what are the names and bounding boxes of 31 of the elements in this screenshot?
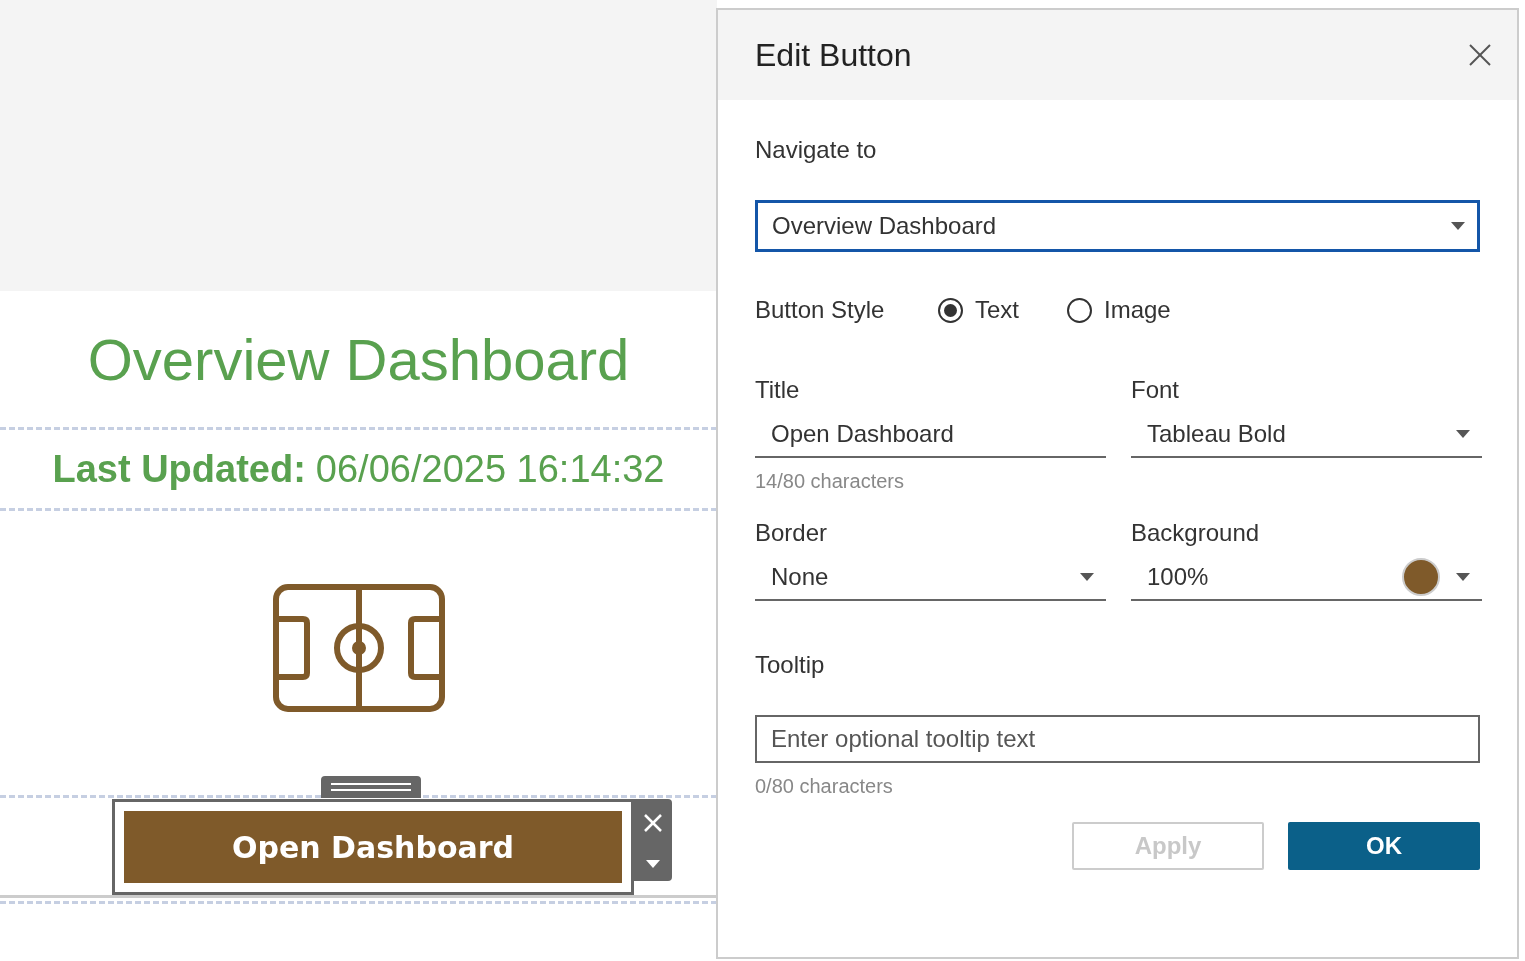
border-dropdown[interactable]: None [755,555,1106,601]
font-dropdown[interactable]: Tableau Bold [1131,412,1482,458]
soccer-field-icon [272,584,445,712]
caret-icon [1080,573,1094,581]
tooltip-label: Tooltip [755,651,826,679]
tooltip-field[interactable]: Enter optional tooltip text [755,715,1480,763]
style-radio[interactable]: Text [938,296,1019,324]
button-style-label: Button Style [755,296,886,324]
navigate-dropdown[interactable]: Overview Dashboard [755,200,1480,252]
navigate-label: Navigate to [755,136,878,164]
border-label: Border [755,519,829,547]
font-label: Font [1131,376,1181,404]
close-icon[interactable] [1469,44,1491,66]
title-label: Title [755,376,801,404]
dialog-title: Edit Button [755,36,912,74]
last-updated-value: 06/06/2025 16:14:32 [315,447,665,491]
character-count: 0/80 characters [755,775,893,798]
open-dashboard-button[interactable]: Open Dashboard [124,811,622,883]
last-updated-label: Last Updated: [52,447,306,491]
ok-button[interactable]: OK [1288,822,1480,870]
style-radio[interactable]: Image [1067,296,1171,324]
caret-icon[interactable] [646,859,660,868]
drag-handle[interactable] [321,776,421,798]
dashboard-title: Overview Dashboard [87,325,630,393]
title-field[interactable]: Open Dashboard [755,412,1106,458]
caret-icon [1451,222,1465,230]
character-count: 14/80 characters [755,470,904,493]
caret-icon [1456,573,1470,581]
caret-icon [1456,430,1470,438]
background-dropdown[interactable]: 100% [1131,555,1482,601]
background-label: Background [1131,519,1261,547]
